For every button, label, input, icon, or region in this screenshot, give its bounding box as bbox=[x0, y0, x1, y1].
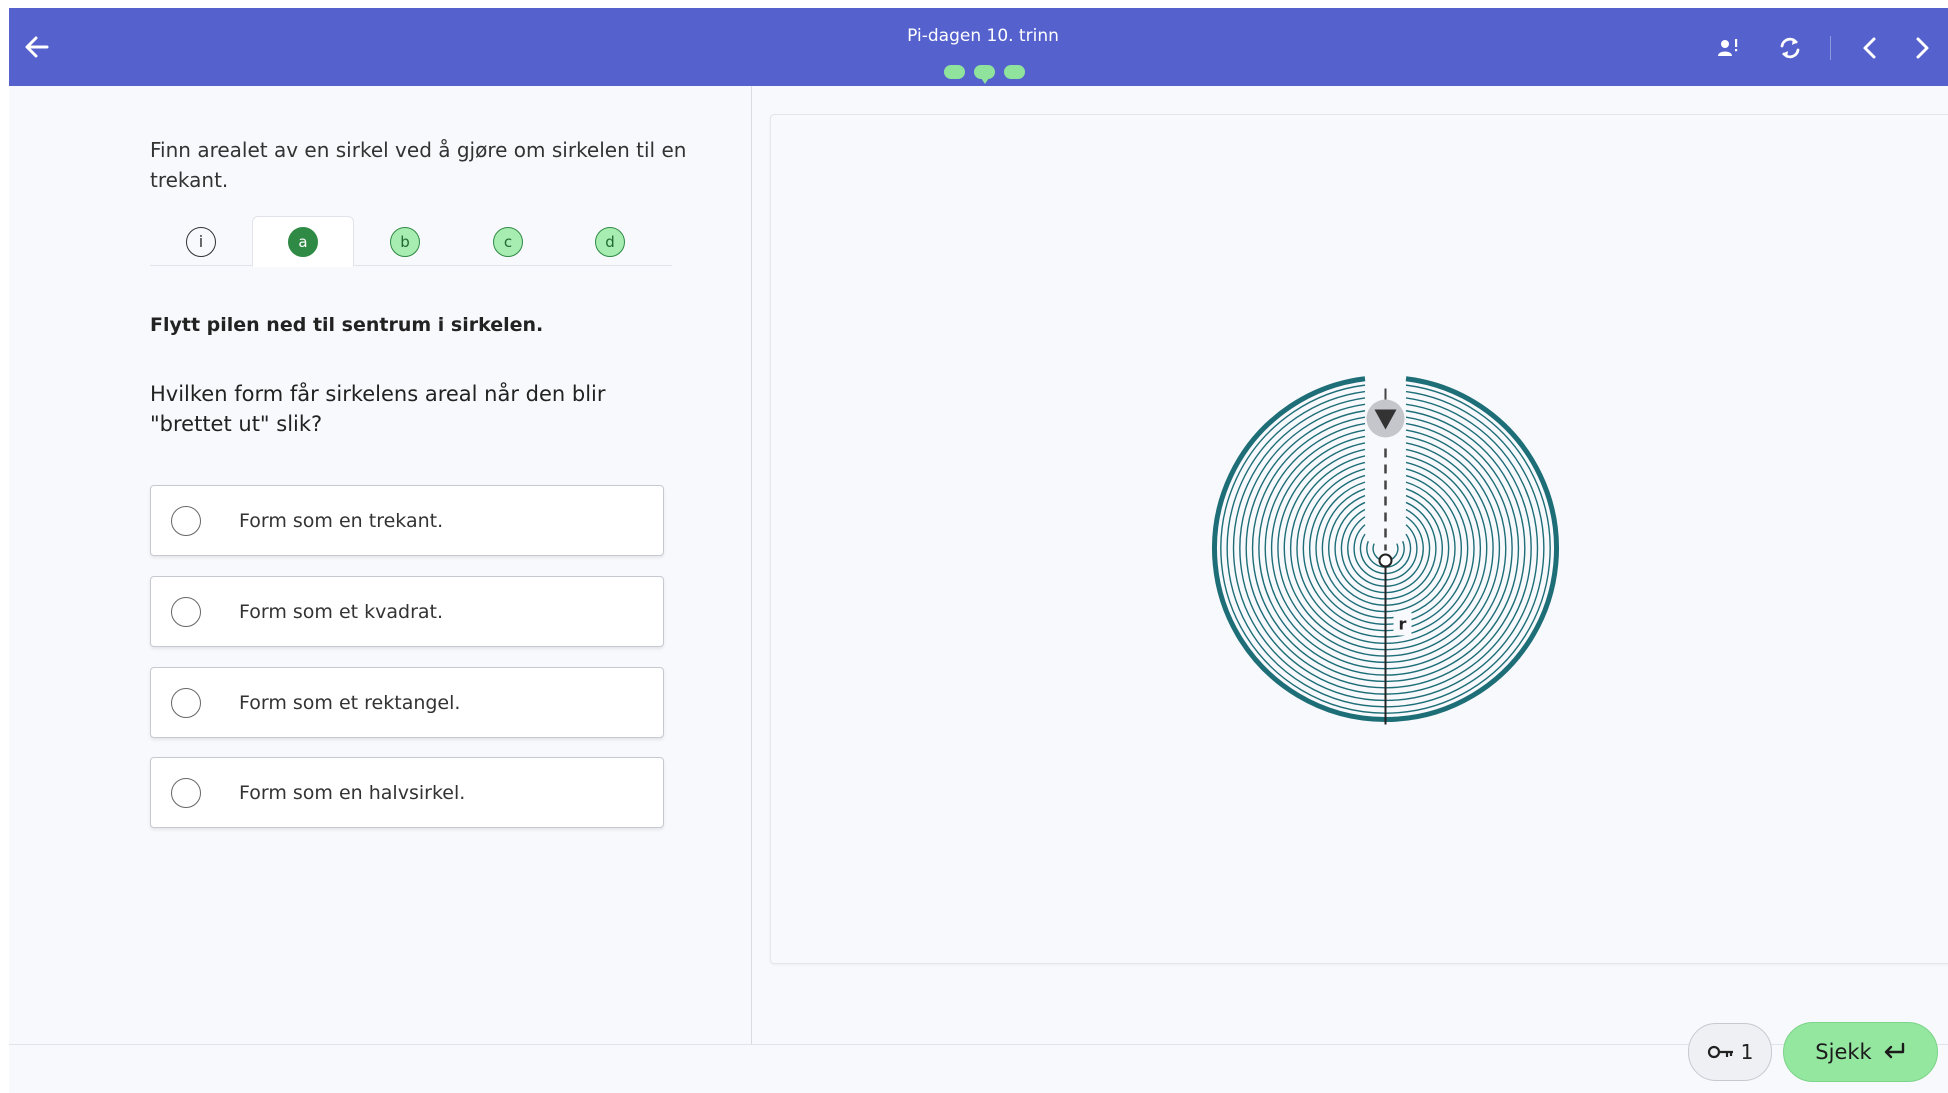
subtask-tabs: i a b c d bbox=[150, 216, 672, 267]
progress-dot-current[interactable] bbox=[974, 65, 995, 84]
refresh-button[interactable] bbox=[1772, 30, 1808, 66]
tab-d[interactable]: d bbox=[559, 216, 661, 267]
progress-dot[interactable] bbox=[1004, 65, 1025, 79]
progress-dot[interactable] bbox=[944, 65, 965, 79]
answer-option-label: Form som en halvsirkel. bbox=[239, 781, 466, 804]
center-point-icon bbox=[1378, 553, 1393, 568]
answer-option[interactable]: Form som en halvsirkel. bbox=[150, 757, 664, 828]
check-label: Sjekk bbox=[1815, 1040, 1872, 1064]
top-bar: Pi-dagen 10. trinn bbox=[9, 8, 1948, 86]
app-window: Pi-dagen 10. trinn Finn arealet av en si… bbox=[9, 8, 1948, 1093]
tab-info[interactable]: i bbox=[150, 216, 252, 267]
bottom-bar bbox=[9, 1044, 1948, 1093]
previous-button[interactable] bbox=[1852, 30, 1888, 66]
hint-count: 1 bbox=[1740, 1040, 1754, 1064]
check-button[interactable]: Sjekk bbox=[1783, 1022, 1938, 1082]
tab-d-label: d bbox=[595, 226, 625, 257]
arrow-handle-icon[interactable] bbox=[1366, 399, 1405, 438]
lesson-title: Pi-dagen 10. trinn bbox=[907, 26, 1059, 46]
radio-button[interactable] bbox=[171, 596, 201, 627]
circle-figure: r bbox=[1212, 376, 1559, 725]
progress-indicator bbox=[944, 65, 1025, 84]
task-intro: Finn arealet av en sirkel ved å gjøre om… bbox=[150, 138, 687, 192]
key-icon bbox=[1707, 1045, 1733, 1059]
answer-option[interactable]: Form som et rektangel. bbox=[150, 667, 664, 738]
answer-option-label: Form som et rektangel. bbox=[239, 691, 461, 714]
answer-option[interactable]: Form som et kvadrat. bbox=[150, 576, 664, 647]
chevron-right-icon bbox=[1916, 37, 1929, 59]
tab-a[interactable]: a bbox=[252, 216, 354, 267]
radio-button[interactable] bbox=[171, 687, 201, 718]
task-panel: Finn arealet av en sirkel ved å gjøre om… bbox=[9, 86, 752, 1044]
radius-label: r bbox=[1399, 615, 1407, 634]
enter-icon bbox=[1884, 1042, 1904, 1059]
answer-option-label: Form som et kvadrat. bbox=[239, 600, 444, 623]
tab-a-label: a bbox=[288, 226, 318, 257]
tab-b-label: b bbox=[390, 226, 420, 257]
toolbar-divider bbox=[1830, 36, 1831, 60]
tab-b[interactable]: b bbox=[354, 216, 456, 267]
user-hint-icon bbox=[1718, 39, 1738, 56]
task-instruction: Flytt pilen ned til sentrum i sirkelen. bbox=[150, 314, 544, 336]
question-text: Hvilken form får sirkelens areal når den… bbox=[150, 382, 606, 436]
answer-option-label: Form som en trekant. bbox=[239, 509, 444, 532]
student-button[interactable] bbox=[1710, 30, 1746, 66]
chevron-left-icon bbox=[1863, 37, 1876, 59]
radio-button[interactable] bbox=[171, 777, 201, 808]
answer-option[interactable]: Form som en trekant. bbox=[150, 485, 664, 556]
tab-c-label: c bbox=[493, 226, 523, 257]
tab-c[interactable]: c bbox=[457, 216, 559, 267]
next-button[interactable] bbox=[1904, 30, 1940, 66]
hint-button[interactable]: 1 bbox=[1688, 1023, 1772, 1081]
refresh-icon bbox=[1780, 37, 1800, 59]
radio-button[interactable] bbox=[171, 505, 201, 536]
info-icon: i bbox=[186, 226, 216, 257]
